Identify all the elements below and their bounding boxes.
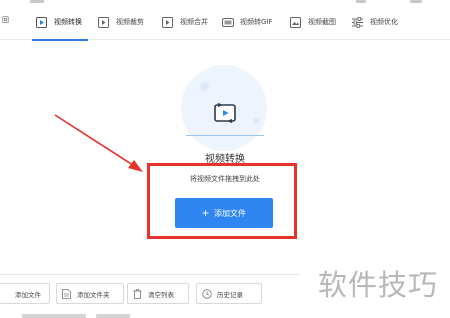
screenshot-icon bbox=[290, 16, 301, 28]
tab-label: 视频转GIF bbox=[240, 18, 273, 26]
bottom-edge-fragment bbox=[96, 314, 130, 318]
bottom-button-label: 历史记录 bbox=[217, 290, 243, 299]
clear-list-button[interactable]: 清空列表 bbox=[127, 283, 189, 304]
tab-label: 视频转换 bbox=[54, 18, 82, 26]
highlight-box bbox=[147, 163, 297, 239]
gif-icon bbox=[222, 17, 234, 28]
top-edge-fragment bbox=[410, 0, 422, 3]
decorative-dot bbox=[200, 82, 209, 91]
bottom-edge-fragment bbox=[22, 314, 86, 318]
window-bottom-edge bbox=[0, 312, 450, 318]
bottom-divider bbox=[0, 274, 300, 275]
add-folder-icon bbox=[62, 288, 71, 299]
play-icon bbox=[36, 16, 47, 28]
top-edge-fragment bbox=[30, 0, 44, 3]
tab-video-merge[interactable]: 视频合并 bbox=[162, 4, 208, 40]
trash-icon bbox=[133, 288, 142, 299]
tab-label: 视频优化 bbox=[370, 18, 398, 26]
bottom-button-label: 清空列表 bbox=[148, 290, 174, 299]
video-crop-icon bbox=[98, 16, 109, 28]
history-button[interactable]: 历史记录 bbox=[196, 283, 262, 304]
top-edge-fragment bbox=[356, 0, 366, 3]
tab-video-to-gif[interactable]: 视频转GIF bbox=[222, 4, 273, 40]
tab-video-optimize[interactable]: 视频优化 bbox=[352, 4, 398, 40]
function-toolbar: 回 视频转换 视频裁剪 视频合并 视频转GIF 视频截图 视频优化 bbox=[0, 4, 450, 41]
add-folder-button[interactable]: 添加文件夹 bbox=[56, 283, 124, 304]
tab-label: 视频合并 bbox=[180, 18, 208, 26]
bottom-button-label: 添加文件 bbox=[15, 290, 41, 299]
video-merge-icon bbox=[162, 16, 173, 28]
tab-label: 视频截图 bbox=[308, 18, 336, 26]
add-file-icon bbox=[0, 289, 9, 299]
clock-icon bbox=[202, 288, 212, 299]
sliders-icon bbox=[352, 16, 363, 28]
tab-bar: 视频转换 视频裁剪 视频合并 视频转GIF 视频截图 视频优化 bbox=[0, 4, 450, 41]
tab-video-convert[interactable]: 视频转换 bbox=[32, 4, 88, 41]
add-file-bottom-button[interactable]: 添加文件 bbox=[0, 283, 50, 304]
tab-video-screenshot[interactable]: 视频截图 bbox=[290, 4, 336, 40]
illustration-baseline bbox=[186, 135, 264, 136]
watermark-text: 软件技巧 bbox=[318, 268, 439, 302]
tab-video-crop[interactable]: 视频裁剪 bbox=[98, 4, 144, 40]
video-convert-icon bbox=[214, 102, 236, 124]
bottom-button-label: 添加文件夹 bbox=[77, 290, 110, 299]
tab-label: 视频裁剪 bbox=[116, 18, 144, 26]
decorative-dot bbox=[253, 118, 259, 124]
